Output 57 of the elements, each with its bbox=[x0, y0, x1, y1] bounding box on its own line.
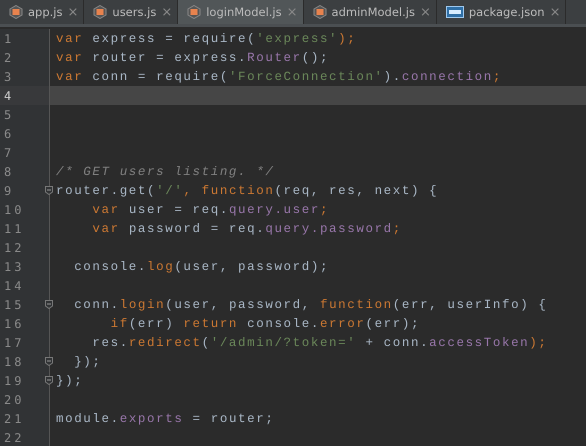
tab-label: loginModel.js bbox=[206, 5, 282, 19]
code-line: if(err) return console.error(err); bbox=[110, 316, 420, 330]
json-file-icon bbox=[446, 6, 464, 18]
line-number: 18 bbox=[3, 354, 24, 368]
close-icon[interactable]: × bbox=[286, 4, 298, 20]
line-number: 7 bbox=[3, 146, 14, 160]
tab-label: app.js bbox=[28, 5, 62, 19]
file-tab[interactable]: adminModel.js × bbox=[304, 0, 437, 24]
line-number: 15 bbox=[3, 298, 24, 312]
fold-marker-icon[interactable] bbox=[45, 376, 53, 385]
code-line: var conn = require('ForceConnection').connection; bbox=[55, 70, 502, 84]
line-number: 9 bbox=[3, 184, 14, 198]
js-file-icon bbox=[312, 5, 327, 19]
js-file-icon bbox=[187, 5, 202, 19]
close-icon[interactable]: × bbox=[550, 4, 560, 20]
close-icon[interactable]: × bbox=[161, 4, 172, 20]
line-number: 21 bbox=[3, 412, 24, 426]
fold-marker-icon[interactable] bbox=[45, 300, 53, 309]
code-line: module.exports = router; bbox=[55, 412, 274, 426]
code-line: conn.login(user, password, function(err, userInfo) { bbox=[73, 298, 548, 312]
code-line: var user = req.query.user; bbox=[91, 202, 330, 216]
fold-marker-icon[interactable] bbox=[45, 357, 53, 366]
line-number: 10 bbox=[3, 202, 24, 216]
code-line: res.redirect('/admin/?token=' + conn.accessToken); bbox=[91, 336, 548, 350]
line-number: 20 bbox=[3, 392, 24, 406]
line-number: 22 bbox=[3, 430, 24, 444]
line-number: 5 bbox=[3, 108, 14, 122]
line-number: 8 bbox=[3, 164, 14, 178]
line-number: 16 bbox=[3, 316, 24, 330]
close-icon[interactable]: × bbox=[68, 4, 78, 20]
line-number: 6 bbox=[3, 126, 14, 140]
line-number: 14 bbox=[3, 278, 24, 292]
code-line: console.log(user, password); bbox=[73, 260, 330, 274]
line-number: 2 bbox=[3, 50, 14, 64]
tab-label: users.js bbox=[112, 5, 156, 19]
code-line: }); bbox=[55, 374, 84, 388]
line-number: 17 bbox=[3, 336, 24, 350]
code-line: router.get('/', function(req, res, next) { bbox=[55, 184, 438, 198]
line-number: 4 bbox=[3, 88, 14, 102]
js-file-icon bbox=[9, 5, 23, 19]
tab-label: package.json bbox=[468, 5, 545, 19]
js-file-icon bbox=[93, 5, 108, 19]
code-line: }); bbox=[73, 354, 102, 368]
line-number: 19 bbox=[3, 374, 24, 388]
line-number: 1 bbox=[3, 32, 14, 46]
code-line: var router = express.Router(); bbox=[55, 50, 330, 64]
line-number: 12 bbox=[3, 240, 24, 254]
close-icon[interactable]: × bbox=[420, 4, 431, 20]
fold-marker-icon[interactable] bbox=[45, 186, 53, 195]
line-number: 13 bbox=[3, 260, 24, 274]
file-tab[interactable]: loginModel.js × bbox=[178, 0, 304, 24]
line-number: 3 bbox=[3, 70, 14, 84]
line-number: 11 bbox=[3, 222, 24, 236]
tab-label: adminModel.js bbox=[332, 5, 415, 19]
code-line: var password = req.query.password; bbox=[91, 222, 402, 236]
code-line: var express = require('express'); bbox=[55, 32, 356, 46]
code-line: /* GET users listing. */ bbox=[55, 164, 274, 178]
